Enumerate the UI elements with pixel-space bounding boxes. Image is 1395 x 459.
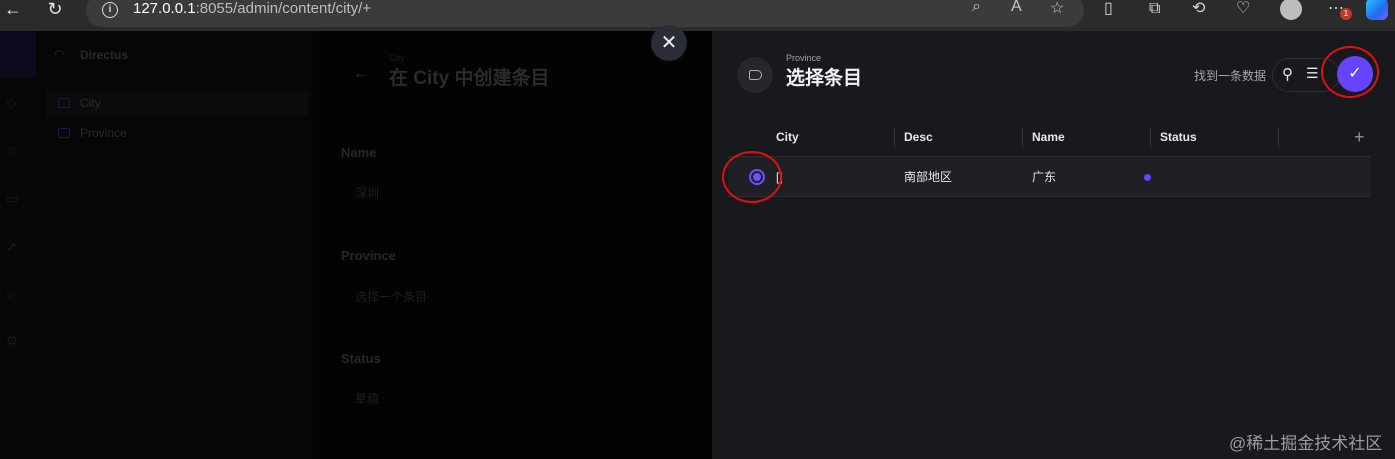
profile-avatar[interactable] [1280, 0, 1302, 20]
files-module-icon[interactable]: ▭ [6, 191, 20, 206]
collections-icon[interactable]: ⧉ [1149, 0, 1160, 18]
header-badge [737, 57, 773, 93]
copilot-icon[interactable] [1366, 0, 1388, 20]
cell-desc: 南部地区 [904, 170, 953, 184]
add-field-icon[interactable]: + [1354, 123, 1365, 151]
reload-icon[interactable]: ↻ [45, 0, 65, 18]
field-value-status[interactable]: 草稿 [355, 390, 379, 407]
favorite-star-icon[interactable]: ☆ [1050, 0, 1064, 18]
annotation-circle-radio [722, 151, 782, 203]
cell-name: 广东 [1032, 170, 1057, 184]
module-rail: ◇ ☺ ▭ ↗ ○ ⚙ [0, 31, 36, 459]
nav-item-label: Province [80, 126, 127, 140]
field-label-status: Status [341, 351, 381, 366]
status-dot [1144, 174, 1151, 181]
column-resize-handle[interactable] [1022, 127, 1023, 147]
users-module-icon[interactable]: ☺ [6, 143, 20, 158]
zoom-icon[interactable]: ⌕ [972, 0, 981, 16]
column-header-name[interactable]: Name [1032, 123, 1065, 151]
project-name: Directus [80, 48, 129, 62]
help-module-icon[interactable]: ○ [6, 287, 20, 302]
form-breadcrumb: City [389, 53, 405, 63]
nav-item-label: City [80, 96, 101, 110]
drawer-breadcrumb: Province [786, 53, 822, 63]
field-label-name: Name [341, 145, 377, 160]
drawer-title: 选择条目 [786, 68, 863, 89]
nav-item-city[interactable]: City [46, 90, 308, 116]
read-aloud-icon[interactable]: A [1011, 0, 1022, 16]
insights-module-icon[interactable]: ↗ [6, 239, 20, 254]
field-value-name[interactable]: 深圳 [355, 184, 379, 201]
back-arrow-icon[interactable]: ← [353, 65, 369, 83]
column-header-city[interactable]: City [776, 123, 799, 151]
field-label-province: Province [341, 248, 396, 263]
create-item-form: ← City 在 City 中创建条目 Name 深圳 Province 选择一… [319, 31, 712, 459]
content-module-icon[interactable]: ◇ [6, 95, 20, 110]
result-count: 找到一条数据 [1194, 69, 1267, 83]
site-info-icon[interactable]: i [102, 2, 118, 18]
watermark: @稀土掘金技术社区 [1229, 434, 1383, 453]
column-resize-handle[interactable] [1278, 127, 1279, 147]
table-row[interactable]: [] 南部地区 广东 [728, 157, 1371, 197]
field-value-province[interactable]: 选择一个条目 [355, 288, 427, 305]
column-resize-handle[interactable] [1150, 127, 1151, 147]
annotation-circle-confirm [1321, 46, 1379, 98]
navigation-panel: ◠ Directus City Province [36, 31, 319, 459]
url-text: 127.0.0.1:8055/admin/content/city/+ [133, 0, 372, 17]
select-item-drawer: Province 选择条目 找到一条数据 ⚲ ☰ ✓ City Desc Nam… [712, 31, 1395, 459]
project-icon: ◠ [54, 47, 65, 61]
column-header-status[interactable]: Status [1160, 123, 1197, 151]
close-drawer-button[interactable]: ✕ [651, 25, 687, 61]
filter-icon[interactable]: ☰ [1306, 65, 1319, 82]
settings-module-icon[interactable]: ⚙ [6, 333, 20, 348]
nav-item-province[interactable]: Province [46, 120, 308, 146]
column-header-desc[interactable]: Desc [904, 123, 933, 151]
close-icon: ✕ [660, 32, 678, 54]
folder-icon [58, 128, 70, 138]
app-background-overlay: ◇ ☺ ▭ ↗ ○ ⚙ ◠ Directus City Province ← C… [0, 31, 712, 459]
split-screen-icon[interactable]: ▯ [1104, 0, 1113, 18]
back-arrow-icon[interactable]: ← [3, 0, 23, 18]
folder-icon [58, 98, 70, 108]
browser-toolbar: ← ↻ i 127.0.0.1:8055/admin/content/city/… [0, 0, 1395, 31]
notification-badge: 1 [1340, 8, 1352, 20]
form-title: 在 City 中创建条目 [389, 68, 550, 89]
search-icon[interactable]: ⚲ [1282, 65, 1293, 83]
history-icon[interactable]: ⟲ [1192, 0, 1205, 18]
performance-icon[interactable]: ♡ [1236, 0, 1250, 18]
label-tag-icon [749, 70, 762, 80]
column-resize-handle[interactable] [894, 127, 895, 147]
address-bar[interactable]: i 127.0.0.1:8055/admin/content/city/+ ⌕ … [86, 0, 1084, 27]
directus-logo [0, 31, 36, 77]
